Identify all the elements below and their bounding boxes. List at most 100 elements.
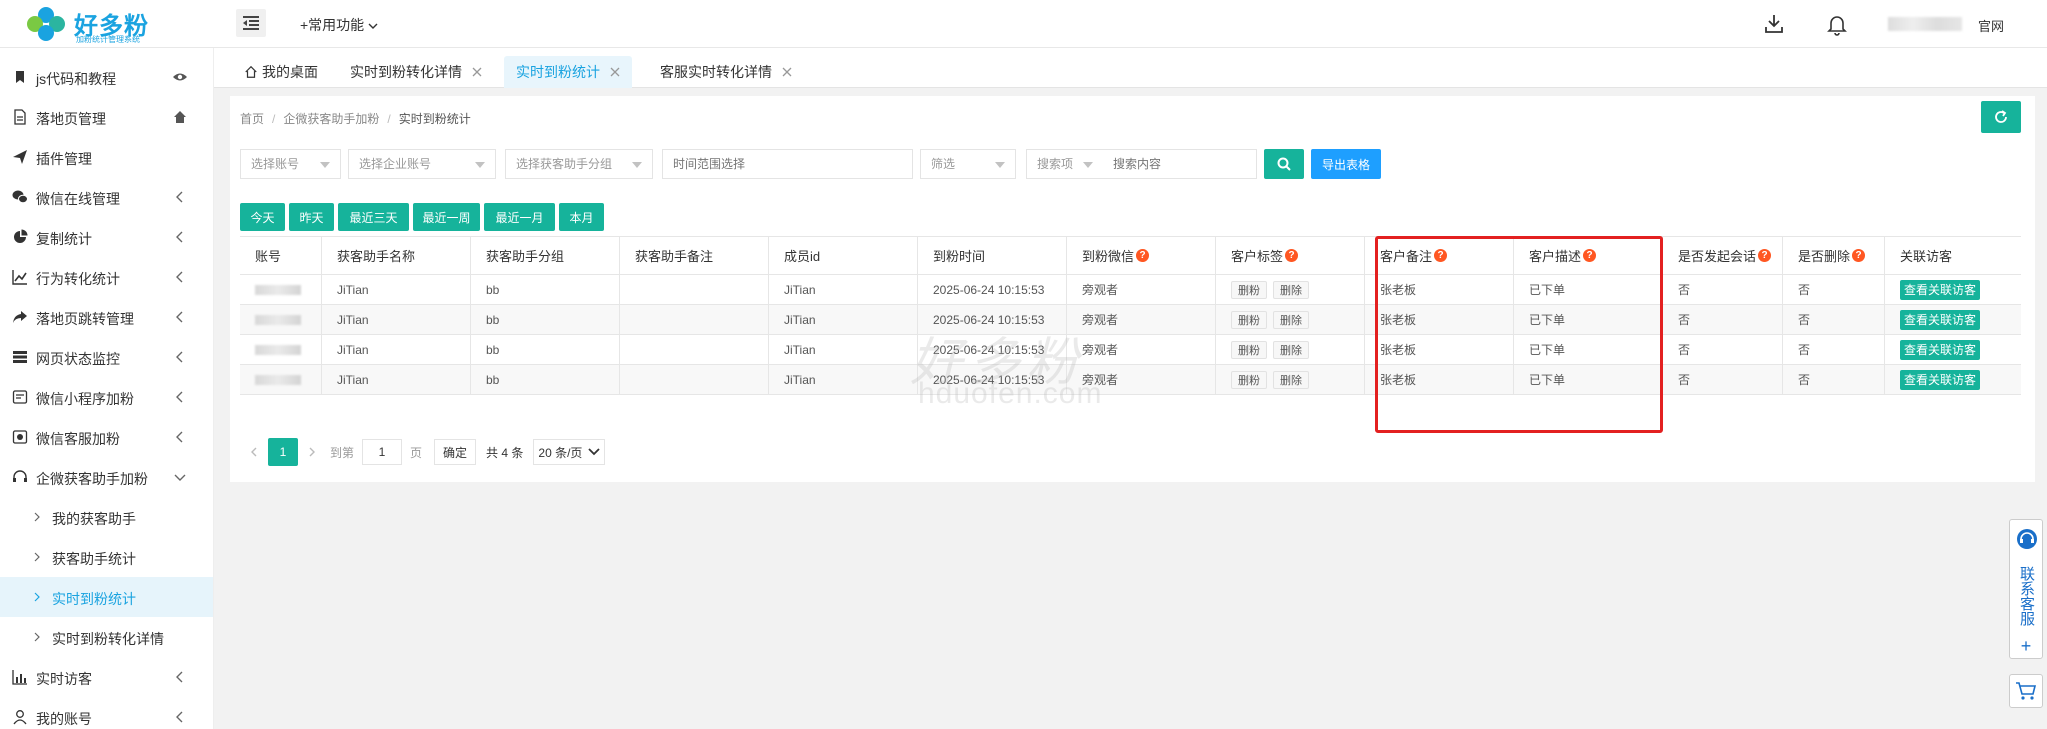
sidebar-item-wechat-service[interactable]: 微信客服加粉 bbox=[0, 417, 213, 457]
chevron-left-icon bbox=[176, 711, 183, 723]
help-icon[interactable]: ? bbox=[1583, 249, 1597, 262]
tag-delete-fan-button[interactable]: 删粉 bbox=[1231, 310, 1267, 329]
screen-select[interactable]: 筛选 bbox=[920, 149, 1016, 179]
user-name-blurred[interactable] bbox=[1888, 17, 1962, 31]
breadcrumb-section[interactable]: 企微获客助手加粉 bbox=[283, 112, 379, 126]
cart-button[interactable] bbox=[2009, 674, 2043, 708]
breadcrumb-home[interactable]: 首页 bbox=[240, 112, 264, 126]
tag-delete-fan-button[interactable]: 删粉 bbox=[1231, 370, 1267, 389]
table-row: JiTian bb JiTian 2025-06-24 10:15:53 旁观者 删粉 删除… bbox=[240, 365, 2021, 395]
sidebar-item-label: 微信在线管理 bbox=[36, 191, 120, 207]
member-id: JiTian bbox=[784, 282, 816, 297]
quick-range-today[interactable]: 今天 bbox=[240, 203, 285, 231]
view-visitors-button[interactable]: 查看关联访客 bbox=[1900, 279, 1981, 300]
sidebar-item-plugins[interactable]: 插件管理 bbox=[0, 137, 213, 177]
quick-range-3days[interactable]: 最近三天 bbox=[338, 203, 409, 231]
help-icon[interactable]: ? bbox=[1758, 249, 1772, 262]
search-content-input[interactable] bbox=[1103, 149, 1257, 179]
search-button[interactable] bbox=[1264, 149, 1304, 179]
search-input[interactable] bbox=[1113, 157, 1256, 171]
quick-range-month[interactable]: 最近一月 bbox=[484, 203, 555, 231]
tab-realtime-conversion[interactable]: 实时到粉转化详情 bbox=[338, 56, 494, 88]
menu-toggle-button[interactable] bbox=[236, 9, 266, 37]
download-button[interactable] bbox=[1762, 12, 1786, 36]
cell-member-id: JiTian bbox=[769, 365, 918, 394]
goto-page-input[interactable] bbox=[362, 439, 403, 465]
customer-remark: 张老板 bbox=[1380, 313, 1417, 327]
help-icon[interactable]: ? bbox=[1136, 249, 1150, 262]
tag-delete-button[interactable]: 删除 bbox=[1273, 370, 1309, 389]
confirm-page-button[interactable]: 确定 bbox=[434, 439, 477, 465]
chevron-left-icon bbox=[176, 671, 183, 683]
sidebar-subitem-assistant-stats[interactable]: 获客助手统计 bbox=[0, 537, 213, 577]
quick-range-yesterday[interactable]: 昨天 bbox=[289, 203, 334, 231]
official-site-link[interactable]: 官网 bbox=[1978, 16, 2004, 35]
export-table-button[interactable]: 导出表格 bbox=[1311, 149, 1381, 179]
cell-assistant-name: JiTian bbox=[322, 275, 471, 304]
share-icon bbox=[13, 311, 27, 323]
quick-range-week[interactable]: 最近一周 bbox=[413, 203, 480, 231]
sidebar-subitem-realtime-conversion[interactable]: 实时到粉转化详情 bbox=[0, 617, 213, 657]
close-icon[interactable] bbox=[610, 67, 620, 77]
enterprise-select[interactable]: 选择企业账号 bbox=[348, 149, 496, 179]
view-visitors-button[interactable]: 查看关联访客 bbox=[1900, 339, 1981, 360]
cell-customer-tags: 删粉 删除 bbox=[1216, 275, 1365, 304]
tag-delete-fan-button[interactable]: 删粉 bbox=[1231, 340, 1267, 359]
sidebar-item-my-account[interactable]: 我的账号 bbox=[0, 697, 213, 729]
sidebar-subitem-realtime-fans[interactable]: 实时到粉统计 bbox=[0, 577, 213, 617]
sidebar-item-landing-pages[interactable]: 落地页管理 bbox=[0, 97, 213, 137]
close-icon[interactable] bbox=[782, 67, 792, 77]
column-header: 到粉微信? bbox=[1067, 237, 1216, 274]
tab-desktop[interactable]: 我的桌面 bbox=[232, 56, 330, 88]
tab-realtime-fans[interactable]: 实时到粉统计 bbox=[504, 56, 632, 88]
quick-range-this-month[interactable]: 本月 bbox=[559, 203, 604, 231]
sidebar-item-wecom-assistant[interactable]: 企微获客助手加粉 bbox=[0, 457, 213, 497]
cell-assistant-group: bb bbox=[471, 365, 620, 394]
sidebar-item-realtime-visitors[interactable]: 实时访客 bbox=[0, 657, 213, 697]
sidebar-item-label: 落地页跳转管理 bbox=[36, 311, 134, 327]
bar-chart-icon bbox=[12, 670, 27, 685]
assistant-group: bb bbox=[486, 372, 500, 387]
time-range-field[interactable] bbox=[673, 157, 912, 171]
sidebar-item-page-monitor[interactable]: 网页状态监控 bbox=[0, 337, 213, 377]
tag-delete-button[interactable]: 删除 bbox=[1273, 340, 1309, 359]
page-number-button[interactable]: 1 bbox=[268, 438, 298, 466]
refresh-button[interactable] bbox=[1981, 101, 2021, 133]
group-select[interactable]: 选择获客助手分组 bbox=[505, 149, 653, 179]
sidebar-item-mini-program[interactable]: 微信小程序加粉 bbox=[0, 377, 213, 417]
tag-delete-button[interactable]: 删除 bbox=[1273, 310, 1309, 329]
sidebar-item-js-code[interactable]: js代码和教程 bbox=[0, 57, 213, 97]
cell-account bbox=[240, 365, 322, 394]
contact-service-button[interactable]: 联系客服 + bbox=[2009, 519, 2043, 659]
page-size-select[interactable]: 20 条/页 bbox=[533, 439, 606, 465]
account-blurred bbox=[255, 284, 301, 295]
tag-delete-fan-button[interactable]: 删粉 bbox=[1231, 280, 1267, 299]
member-id: JiTian bbox=[784, 312, 816, 327]
line-chart-icon bbox=[12, 270, 27, 285]
sidebar-item-behavior-stats[interactable]: 行为转化统计 bbox=[0, 257, 213, 297]
view-visitors-button[interactable]: 查看关联访客 bbox=[1900, 369, 1981, 390]
sidebar-item-copy-stats[interactable]: 复制统计 bbox=[0, 217, 213, 257]
help-icon[interactable]: ? bbox=[1434, 249, 1448, 262]
tag-delete-button[interactable]: 删除 bbox=[1273, 280, 1309, 299]
logo[interactable]: 好多粉 加粉统计管理系统 bbox=[24, 4, 194, 44]
time-range-input[interactable] bbox=[662, 149, 913, 179]
sidebar-item-redirect[interactable]: 落地页跳转管理 bbox=[0, 297, 213, 337]
help-icon[interactable]: ? bbox=[1852, 249, 1866, 262]
next-page-button[interactable] bbox=[298, 438, 326, 466]
view-visitors-button[interactable]: 查看关联访客 bbox=[1900, 309, 1981, 330]
sidebar-item-wechat-online[interactable]: 微信在线管理 bbox=[0, 177, 213, 217]
sidebar-subitem-my-assistant[interactable]: 我的获客助手 bbox=[0, 497, 213, 537]
notification-button[interactable] bbox=[1825, 12, 1849, 36]
tab-service-conversion[interactable]: 客服实时转化详情 bbox=[648, 56, 804, 88]
cell-assistant-remark bbox=[620, 335, 769, 364]
breadcrumb-current: 实时到粉统计 bbox=[398, 112, 471, 126]
common-functions-menu[interactable]: +常用功能 bbox=[300, 15, 378, 35]
account-select[interactable]: 选择账号 bbox=[240, 149, 341, 179]
close-icon[interactable] bbox=[472, 67, 482, 77]
search-field-select[interactable]: 搜索项 bbox=[1026, 149, 1104, 179]
column-header: 关联访客 bbox=[1900, 249, 1953, 264]
cell-session: 否 bbox=[1663, 275, 1783, 304]
prev-page-button[interactable] bbox=[240, 438, 268, 466]
help-icon[interactable]: ? bbox=[1285, 249, 1299, 262]
